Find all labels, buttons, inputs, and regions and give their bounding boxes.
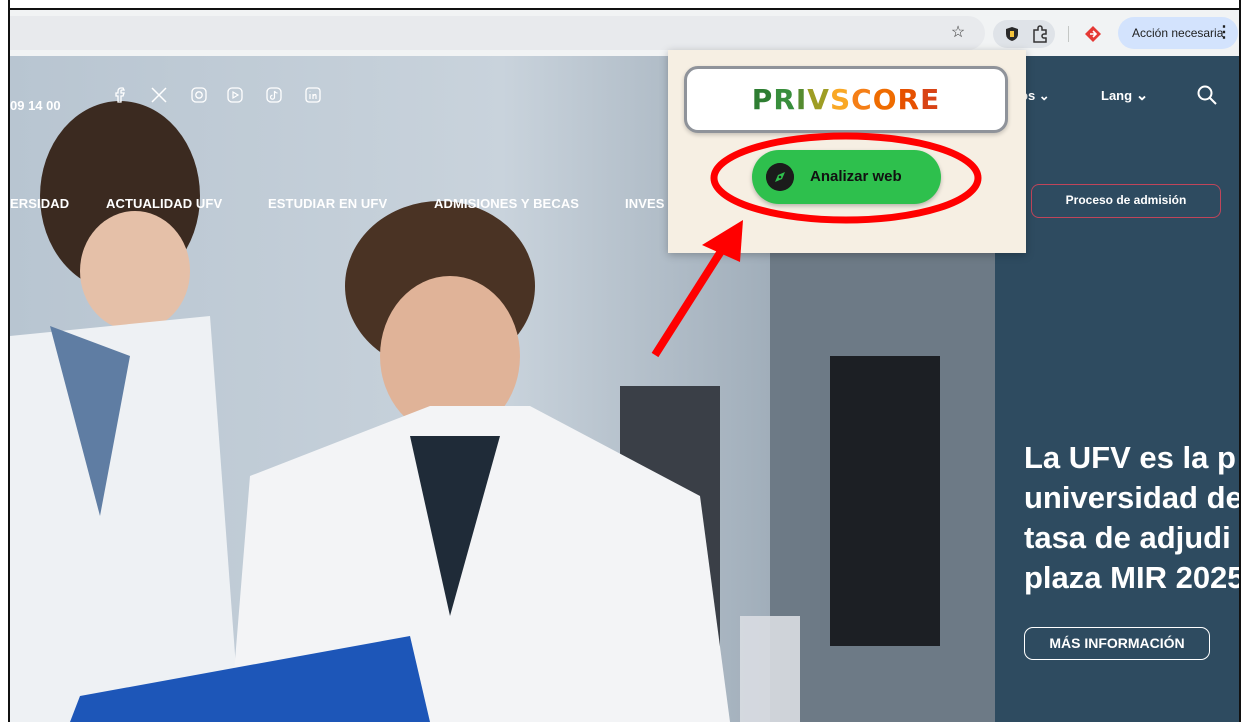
logo-letter: C: [851, 83, 873, 116]
frame-right: [1239, 0, 1244, 722]
logo-letter: R: [773, 83, 796, 116]
privscore-logo: PRIVSCORE: [687, 69, 1005, 130]
x-icon[interactable]: [150, 86, 168, 104]
headline-line: plaza MIR 2025: [1024, 560, 1239, 595]
nav-admisiones-y-becas[interactable]: ADMISIONES Y BECAS: [434, 196, 579, 211]
action-required-button[interactable]: Acción necesaria ⋮: [1118, 17, 1238, 49]
browser-toolbar: ☆ Acción necesaria ⋮: [10, 10, 1239, 56]
logo-letter: V: [807, 83, 830, 116]
compass-icon: [766, 163, 794, 191]
hero-headline: La UFV es la p universidad de tasa de ad…: [1024, 438, 1239, 598]
nav-universidad[interactable]: ERSIDAD: [10, 196, 69, 211]
instagram-icon[interactable]: [190, 86, 208, 104]
analyze-web-button[interactable]: Analizar web: [752, 150, 941, 204]
lang-selector[interactable]: Lang ⌄: [1101, 86, 1148, 104]
logo-letter: S: [829, 83, 852, 116]
phone-number[interactable]: 09 14 00: [10, 98, 61, 113]
frame-top: [0, 0, 1244, 10]
address-bar[interactable]: [10, 16, 985, 50]
chevron-down-icon: ⌄: [1038, 88, 1050, 103]
nav-actualidad-ufv[interactable]: ACTUALIDAD UFV: [106, 196, 222, 211]
youtube-icon[interactable]: [226, 86, 244, 104]
search-icon[interactable]: [1196, 84, 1218, 106]
nav-investigacion[interactable]: INVES: [625, 196, 665, 211]
hero-panel: [995, 56, 1239, 722]
logo-letter: E: [920, 83, 941, 116]
red-extension-icon[interactable]: [1084, 25, 1102, 43]
kebab-menu-icon[interactable]: ⋮: [1216, 17, 1232, 49]
tiktok-icon[interactable]: [265, 86, 283, 104]
star-icon[interactable]: ☆: [948, 23, 968, 43]
headline-line: universidad de: [1024, 480, 1239, 515]
logo-letter: R: [897, 83, 921, 116]
privscore-popup: PRIVSCORE Analizar web: [668, 50, 1026, 253]
ufv-website: 09 14 00 os ⌄ Lang ⌄ ERSIDAD ACTUALIDAD …: [10, 56, 1239, 722]
chevron-down-icon: ⌄: [1135, 87, 1149, 104]
logo-letter: P: [751, 83, 774, 116]
linkedin-icon[interactable]: [304, 86, 322, 104]
privscore-shield-icon[interactable]: [1004, 26, 1020, 42]
analyze-web-label: Analizar web: [810, 168, 902, 185]
frame-left: [0, 0, 10, 722]
headline-line: La UFV es la p: [1024, 440, 1236, 475]
headline-line: tasa de adjudi: [1024, 520, 1231, 555]
logo-letter: O: [872, 83, 898, 116]
puzzle-icon[interactable]: [1030, 24, 1050, 44]
privscore-logo-box: PRIVSCORE: [684, 66, 1008, 133]
action-required-label: Acción necesaria: [1132, 26, 1224, 40]
facebook-icon[interactable]: [112, 86, 130, 104]
screenshot: 09 14 00 os ⌄ Lang ⌄ ERSIDAD ACTUALIDAD …: [0, 0, 1244, 722]
nav-estudiar-en-ufv[interactable]: ESTUDIAR EN UFV: [268, 196, 387, 211]
admission-process-button[interactable]: Proceso de admisión: [1031, 184, 1221, 218]
more-info-button[interactable]: MÁS INFORMACIÓN: [1024, 627, 1210, 660]
toolbar-separator: [1068, 26, 1069, 42]
logo-letter: I: [795, 83, 808, 116]
